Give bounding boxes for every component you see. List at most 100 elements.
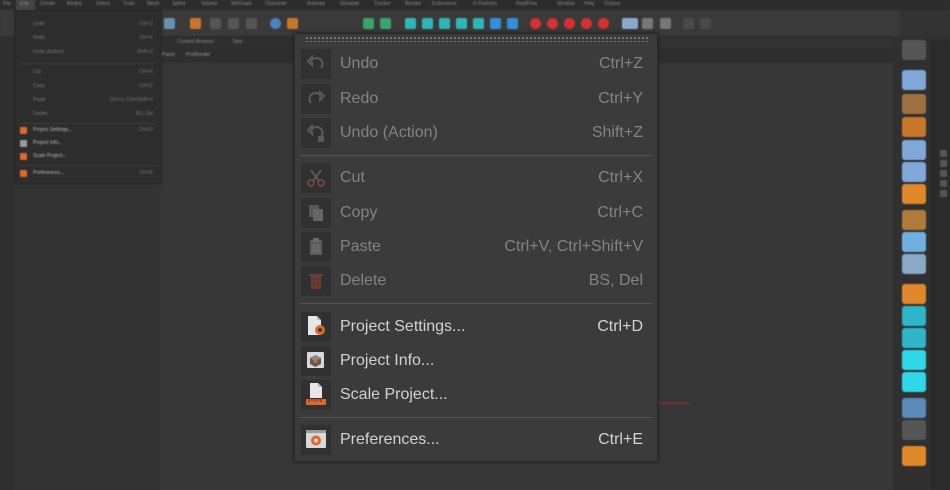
palette-icon[interactable] bbox=[902, 446, 926, 466]
menu-item-copy[interactable]: Copy Ctrl+C bbox=[295, 198, 657, 228]
bg-menu-delete-shortcut: BS, Del bbox=[136, 111, 153, 117]
menu-realflow[interactable]: RealFlow bbox=[516, 1, 537, 7]
bg-menu-redo: Redo bbox=[33, 35, 45, 41]
tab-content-browser[interactable]: Content Browser bbox=[177, 39, 214, 45]
copy-icon bbox=[301, 198, 331, 228]
menu-file[interactable]: File bbox=[3, 1, 11, 7]
menu-octane[interactable]: Octane bbox=[604, 1, 620, 7]
toolbar-tool-icon[interactable] bbox=[700, 18, 711, 29]
attribute-checkbox[interactable] bbox=[940, 190, 947, 197]
menu-select[interactable]: Select bbox=[96, 1, 110, 7]
toolbar-tool-icon[interactable] bbox=[405, 18, 416, 29]
attribute-checkbox[interactable] bbox=[940, 160, 947, 167]
menu-render[interactable]: Render bbox=[405, 1, 421, 7]
palette-icon[interactable] bbox=[902, 140, 926, 160]
menu-item-project-info[interactable]: Project Info... bbox=[295, 346, 657, 376]
menu-item-shortcut: Ctrl+Y bbox=[598, 90, 643, 107]
menu-simulate[interactable]: Simulate bbox=[340, 1, 359, 7]
toolbar-tool-icon[interactable] bbox=[363, 18, 374, 29]
toolbar-tool-icon[interactable] bbox=[622, 18, 638, 29]
tab-take[interactable]: Take bbox=[232, 39, 243, 45]
toolbar-tool-icon[interactable] bbox=[228, 18, 239, 29]
menu-item-label: Redo bbox=[340, 90, 379, 107]
menu-help[interactable]: Help bbox=[584, 1, 594, 7]
palette-icon[interactable] bbox=[902, 420, 926, 440]
menu-x-particles[interactable]: X-Particles bbox=[473, 1, 497, 7]
menu-modes[interactable]: Modes bbox=[67, 1, 82, 7]
palette-icon[interactable] bbox=[902, 284, 926, 304]
menu-item-project-settings[interactable]: Project Settings... Ctrl+D bbox=[295, 312, 657, 342]
toolbar-tool-icon[interactable] bbox=[190, 18, 201, 29]
menu-item-undo[interactable]: Undo Ctrl+Z bbox=[295, 49, 657, 79]
palette-icon[interactable] bbox=[902, 210, 926, 230]
toolbar-tool-icon[interactable] bbox=[422, 18, 433, 29]
right-attribute-strip bbox=[930, 40, 950, 490]
menu-window[interactable]: Window bbox=[557, 1, 575, 7]
menu-extensions[interactable]: Extensions bbox=[432, 1, 456, 7]
menu-item-shortcut: Ctrl+D bbox=[597, 318, 643, 335]
toolbar-tool-icon[interactable] bbox=[507, 18, 518, 29]
menu-mograph[interactable]: MoGraph bbox=[231, 1, 252, 7]
toolbar-tool-icon[interactable] bbox=[564, 18, 575, 29]
palette-icon[interactable] bbox=[902, 232, 926, 252]
palette-icon[interactable] bbox=[902, 254, 926, 274]
menu-mesh[interactable]: Mesh bbox=[147, 1, 159, 7]
toolbar-tool-icon[interactable] bbox=[581, 18, 592, 29]
attribute-checkbox[interactable] bbox=[940, 150, 947, 157]
attribute-checkbox[interactable] bbox=[940, 180, 947, 187]
palette-icon[interactable] bbox=[902, 70, 926, 90]
viewport-prorender-menu[interactable]: ProRender bbox=[186, 52, 210, 58]
toolbar-tool-icon[interactable] bbox=[287, 18, 298, 29]
menu-animate[interactable]: Animate bbox=[307, 1, 325, 7]
toolbar-tool-icon[interactable] bbox=[380, 18, 391, 29]
toolbar-tool-icon[interactable] bbox=[164, 18, 175, 29]
bg-menu-undo-action: Undo (Action) bbox=[33, 49, 64, 55]
toolbar-tool-icon[interactable] bbox=[490, 18, 501, 29]
menu-character[interactable]: Character bbox=[265, 1, 287, 7]
palette-icon[interactable] bbox=[902, 40, 926, 60]
menu-separator bbox=[300, 417, 652, 418]
toolbar-tool-icon[interactable] bbox=[598, 18, 609, 29]
toolbar-tool-icon[interactable] bbox=[439, 18, 450, 29]
attribute-checkbox[interactable] bbox=[940, 170, 947, 177]
menu-create[interactable]: Create bbox=[40, 1, 55, 7]
menu-item-undo-action[interactable]: Undo (Action) Shift+Z bbox=[295, 118, 657, 148]
bg-menu-preferences: Preferences... bbox=[33, 170, 65, 176]
menu-edit[interactable]: Edit bbox=[20, 1, 29, 7]
toolbar-tool-icon[interactable] bbox=[210, 18, 221, 29]
toolbar-tool-icon[interactable] bbox=[683, 18, 694, 29]
palette-icon[interactable] bbox=[902, 372, 926, 392]
menu-tearoff-handle[interactable] bbox=[305, 36, 649, 42]
palette-icon[interactable] bbox=[902, 328, 926, 348]
menu-item-preferences[interactable]: Preferences... Ctrl+E bbox=[295, 425, 657, 455]
palette-icon[interactable] bbox=[902, 398, 926, 418]
toolbar-tool-icon[interactable] bbox=[246, 18, 257, 29]
menu-item-cut[interactable]: Cut Ctrl+X bbox=[295, 163, 657, 193]
paste-icon bbox=[301, 232, 331, 262]
toolbar-tool-icon[interactable] bbox=[473, 18, 484, 29]
toolbar-tool-icon[interactable] bbox=[456, 18, 467, 29]
toolbar-tool-icon[interactable] bbox=[547, 18, 558, 29]
toolbar-tool-icon[interactable] bbox=[642, 18, 653, 29]
menu-item-scale-project[interactable]: Scale Project... bbox=[295, 380, 657, 410]
toolbar-tool-icon[interactable] bbox=[530, 18, 541, 29]
menu-tracker[interactable]: Tracker bbox=[374, 1, 391, 7]
bg-preferences-icon bbox=[20, 170, 27, 177]
menu-tools[interactable]: Tools bbox=[123, 1, 135, 7]
palette-icon[interactable] bbox=[902, 94, 926, 114]
toolbar-tool-icon[interactable] bbox=[660, 18, 671, 29]
menu-item-redo[interactable]: Redo Ctrl+Y bbox=[295, 84, 657, 114]
menu-item-delete[interactable]: Delete BS, Del bbox=[295, 266, 657, 296]
bg-project-settings-icon bbox=[20, 127, 27, 134]
palette-icon[interactable] bbox=[902, 162, 926, 182]
palette-icon[interactable] bbox=[902, 306, 926, 326]
menu-spline[interactable]: Spline bbox=[172, 1, 186, 7]
palette-icon[interactable] bbox=[902, 117, 926, 137]
menu-volume[interactable]: Volume bbox=[201, 1, 218, 7]
menu-bar: File Edit Create Modes Select Tools Mesh… bbox=[0, 0, 950, 10]
toolbar-tool-icon[interactable] bbox=[270, 18, 281, 29]
palette-icon[interactable] bbox=[902, 350, 926, 370]
viewport-panel-menu[interactable]: Panel bbox=[162, 52, 175, 58]
palette-icon[interactable] bbox=[902, 184, 926, 204]
menu-item-paste[interactable]: Paste Ctrl+V, Ctrl+Shift+V bbox=[295, 232, 657, 262]
